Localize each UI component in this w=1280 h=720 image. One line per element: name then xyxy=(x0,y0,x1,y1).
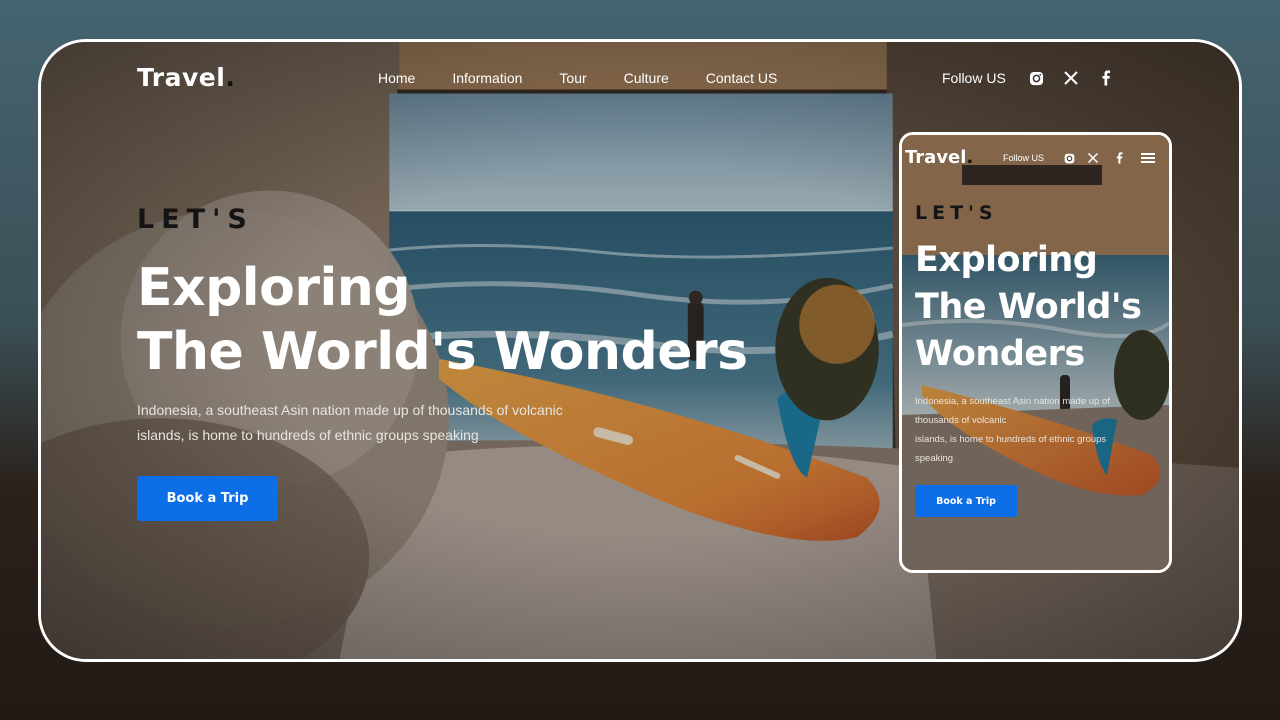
mobile-instagram-icon[interactable] xyxy=(1062,151,1076,165)
hero-description-line-1: Indonesia, a southeast Asin nation made … xyxy=(137,402,563,418)
mobile-x-icon[interactable] xyxy=(1086,151,1100,165)
mobile-hero-title-line-3: Wonders xyxy=(915,334,1085,374)
desktop-preview-frame: Travel. Home Information Tour Culture Co… xyxy=(38,39,1242,662)
facebook-icon[interactable] xyxy=(1097,69,1115,87)
nav-link-information[interactable]: Information xyxy=(452,70,522,86)
mobile-site-logo[interactable]: Travel. xyxy=(905,147,973,168)
mobile-hero-description: Indonesia, a southeast Asin nation made … xyxy=(915,392,1145,468)
mobile-hero-title-line-2: The World's xyxy=(915,287,1142,327)
site-logo-text: Travel xyxy=(137,63,226,92)
book-a-trip-button[interactable]: Book a Trip xyxy=(137,476,278,521)
site-logo-dot: . xyxy=(225,63,236,92)
site-logo[interactable]: Travel. xyxy=(137,63,235,92)
hero-eyebrow: LET'S xyxy=(137,204,254,235)
nav-link-home[interactable]: Home xyxy=(378,70,415,86)
mobile-hero-description-line-3: islands, is home to hundreds of ethnic g… xyxy=(915,434,1107,445)
nav-link-tour[interactable]: Tour xyxy=(559,70,586,86)
instagram-icon[interactable] xyxy=(1027,69,1045,87)
nav-link-contact-us[interactable]: Contact US xyxy=(706,70,778,86)
mobile-hero-title: Exploring The World's Wonders xyxy=(915,237,1165,378)
x-icon[interactable] xyxy=(1062,69,1080,87)
hero-title: Exploring The World's Wonders xyxy=(137,256,748,384)
hero-title-line-2: The World's Wonders xyxy=(137,322,748,382)
mobile-hero-description-line-2: thousands of volcanic xyxy=(915,415,1007,426)
hero-title-line-1: Exploring xyxy=(137,258,411,318)
mobile-hero-eyebrow: LET'S xyxy=(915,202,998,224)
mobile-hero-description-line-1: Indonesia, a southeast Asin nation made … xyxy=(915,396,1110,407)
nav-link-culture[interactable]: Culture xyxy=(624,70,669,86)
mobile-preview-frame: Travel. Follow US LET'S Exploring The Wo… xyxy=(899,132,1172,573)
follow-us-label: Follow US xyxy=(942,70,1006,86)
mobile-hero-description-line-4: speaking xyxy=(915,453,954,464)
mobile-hero-title-line-1: Exploring xyxy=(915,240,1098,280)
hero-description-line-2: islands, is home to hundreds of ethnic g… xyxy=(137,427,479,443)
mobile-facebook-icon[interactable] xyxy=(1112,151,1126,165)
mobile-follow-us-label: Follow US xyxy=(1003,153,1045,163)
mobile-book-a-trip-button[interactable]: Book a Trip xyxy=(915,485,1017,517)
hero-description: Indonesia, a southeast Asin nation made … xyxy=(137,398,617,448)
main-nav: Home Information Tour Culture Contact US xyxy=(378,70,777,86)
mobile-menu-icon[interactable] xyxy=(1141,151,1155,165)
mobile-site-logo-dot: . xyxy=(966,147,974,168)
mobile-site-logo-text: Travel xyxy=(905,147,967,168)
